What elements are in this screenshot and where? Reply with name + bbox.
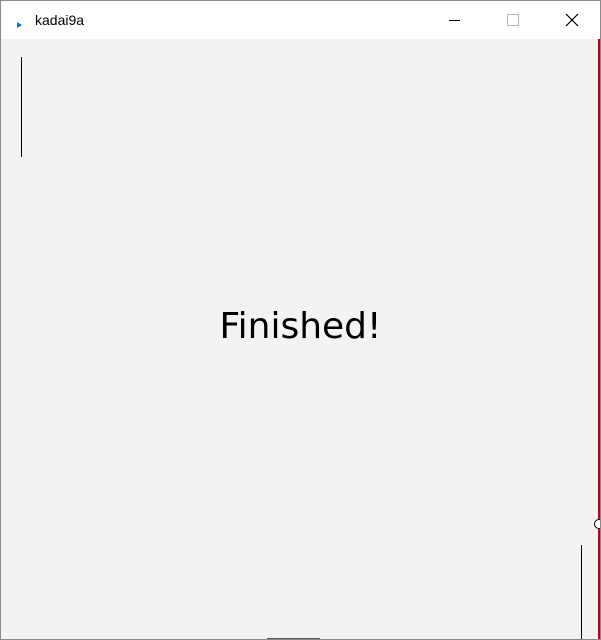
minimize-icon — [449, 20, 460, 21]
right-paddle — [581, 545, 582, 639]
maximize-button[interactable] — [490, 1, 536, 39]
left-paddle — [21, 57, 22, 157]
game-canvas[interactable]: Finished! — [1, 39, 600, 639]
close-icon — [565, 13, 579, 27]
app-window: kadai9a Finished! — [0, 0, 601, 640]
minimize-button[interactable] — [431, 1, 477, 39]
play-arrow-icon — [16, 15, 24, 28]
finished-message: Finished! — [219, 306, 382, 347]
maximize-icon — [507, 14, 519, 26]
title-bar[interactable]: kadai9a — [1, 1, 600, 39]
right-wall — [598, 39, 600, 639]
ball — [594, 519, 600, 529]
close-button[interactable] — [548, 1, 594, 39]
window-title: kadai9a — [35, 12, 85, 28]
